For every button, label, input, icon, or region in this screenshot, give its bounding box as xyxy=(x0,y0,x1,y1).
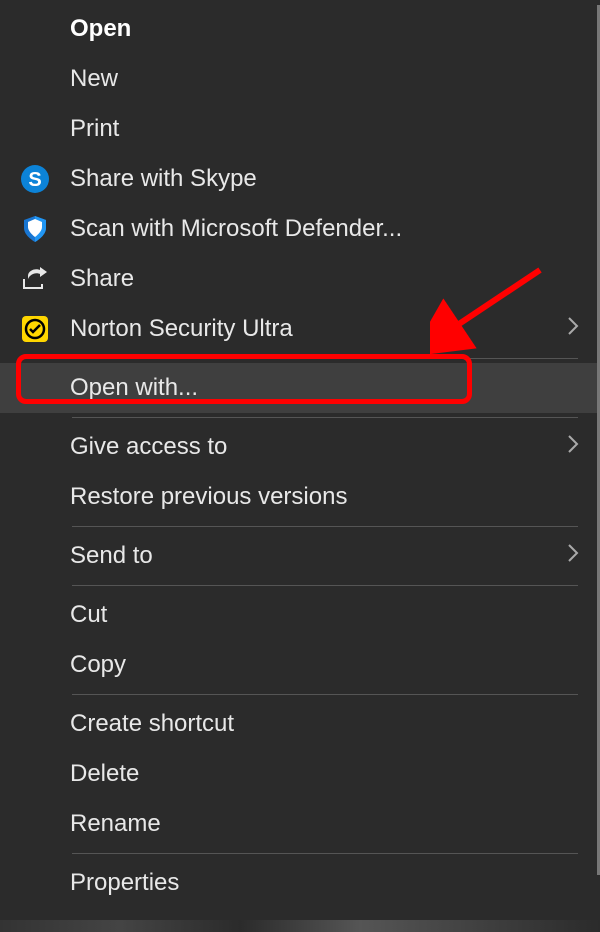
menu-item-new[interactable]: New xyxy=(0,54,600,104)
menu-item-copy[interactable]: Copy xyxy=(0,640,600,690)
svg-text:S: S xyxy=(28,169,41,191)
menu-label: Create shortcut xyxy=(70,710,580,738)
menu-label: Copy xyxy=(70,651,580,679)
menu-label: Restore previous versions xyxy=(70,483,580,511)
menu-item-restore-versions[interactable]: Restore previous versions xyxy=(0,472,600,522)
menu-separator xyxy=(72,358,578,359)
menu-separator xyxy=(72,585,578,586)
menu-label: Open xyxy=(70,15,580,43)
bottom-edge xyxy=(0,920,600,932)
menu-separator xyxy=(72,694,578,695)
menu-separator xyxy=(72,853,578,854)
menu-item-create-shortcut[interactable]: Create shortcut xyxy=(0,699,600,749)
menu-label: Open with... xyxy=(70,374,580,402)
menu-separator xyxy=(72,417,578,418)
menu-label: New xyxy=(70,65,580,93)
menu-item-share-skype[interactable]: S Share with Skype xyxy=(0,154,600,204)
menu-item-open[interactable]: Open xyxy=(0,4,600,54)
menu-label: Print xyxy=(70,115,580,143)
menu-label: Share xyxy=(70,265,580,293)
menu-item-delete[interactable]: Delete xyxy=(0,749,600,799)
menu-separator xyxy=(72,526,578,527)
chevron-right-icon xyxy=(566,314,580,344)
menu-label: Share with Skype xyxy=(70,165,580,193)
menu-label: Send to xyxy=(70,542,566,570)
share-icon xyxy=(20,264,70,294)
menu-item-open-with[interactable]: Open with... xyxy=(0,363,600,413)
menu-label: Delete xyxy=(70,760,580,788)
context-menu: Open New Print S Share with Skype Scan w… xyxy=(0,0,600,932)
menu-item-norton[interactable]: Norton Security Ultra xyxy=(0,304,600,354)
menu-label: Rename xyxy=(70,810,580,838)
menu-item-share[interactable]: Share xyxy=(0,254,600,304)
menu-label: Properties xyxy=(70,869,580,897)
skype-icon: S xyxy=(20,164,70,194)
defender-icon xyxy=(20,214,70,244)
menu-label: Norton Security Ultra xyxy=(70,315,566,343)
chevron-right-icon xyxy=(566,541,580,571)
menu-label: Give access to xyxy=(70,433,566,461)
menu-label: Cut xyxy=(70,601,580,629)
norton-icon xyxy=(20,314,70,344)
menu-item-rename[interactable]: Rename xyxy=(0,799,600,849)
chevron-right-icon xyxy=(566,432,580,462)
menu-item-send-to[interactable]: Send to xyxy=(0,531,600,581)
menu-item-defender[interactable]: Scan with Microsoft Defender... xyxy=(0,204,600,254)
menu-item-cut[interactable]: Cut xyxy=(0,590,600,640)
menu-label: Scan with Microsoft Defender... xyxy=(70,215,580,243)
menu-item-print[interactable]: Print xyxy=(0,104,600,154)
menu-item-give-access[interactable]: Give access to xyxy=(0,422,600,472)
menu-item-properties[interactable]: Properties xyxy=(0,858,600,908)
